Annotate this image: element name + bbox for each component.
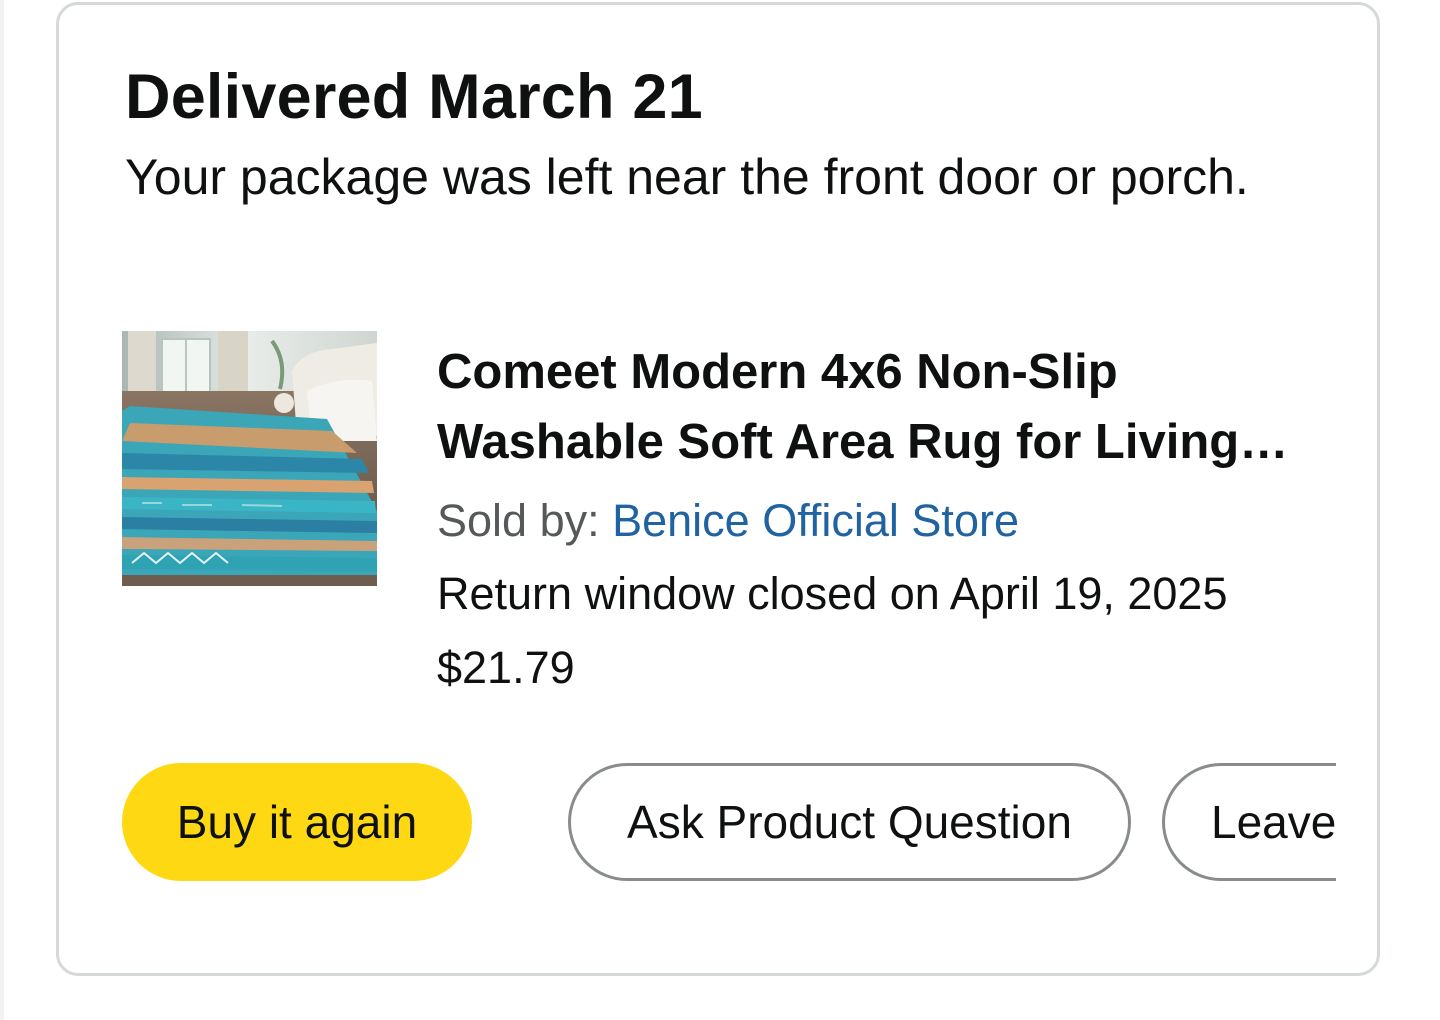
seller-link[interactable]: Benice Official Store (612, 495, 1019, 546)
product-title[interactable]: Comeet Modern 4x6 Non-Slip Washable Soft… (437, 337, 1337, 477)
rug-product-image[interactable] (122, 331, 377, 586)
delivery-status-title: Delivered March 21 (125, 62, 703, 132)
seller-line: Sold by: Benice Official Store (437, 491, 1337, 551)
ask-product-question-button[interactable]: Ask Product Question (568, 763, 1131, 881)
buy-it-again-button[interactable]: Buy it again (122, 763, 472, 881)
sold-by-label: Sold by: (437, 495, 613, 546)
order-page: Delivered March 21 Your package was left… (0, 0, 1440, 1020)
product-price: $21.79 (437, 642, 575, 693)
order-card: Delivered March 21 Your package was left… (56, 2, 1380, 976)
scroll-edge (0, 0, 4, 1020)
return-window-status: Return window closed on April 19, 2025 (437, 568, 1228, 619)
delivery-status-detail: Your package was left near the front doo… (125, 149, 1249, 205)
product-info: Comeet Modern 4x6 Non-Slip Washable Soft… (437, 337, 1337, 699)
leave-seller-feedback-button[interactable]: Leave seller feedback (1162, 763, 1336, 881)
action-buttons-row: Buy it again Ask Product Question Leave … (122, 763, 1336, 885)
